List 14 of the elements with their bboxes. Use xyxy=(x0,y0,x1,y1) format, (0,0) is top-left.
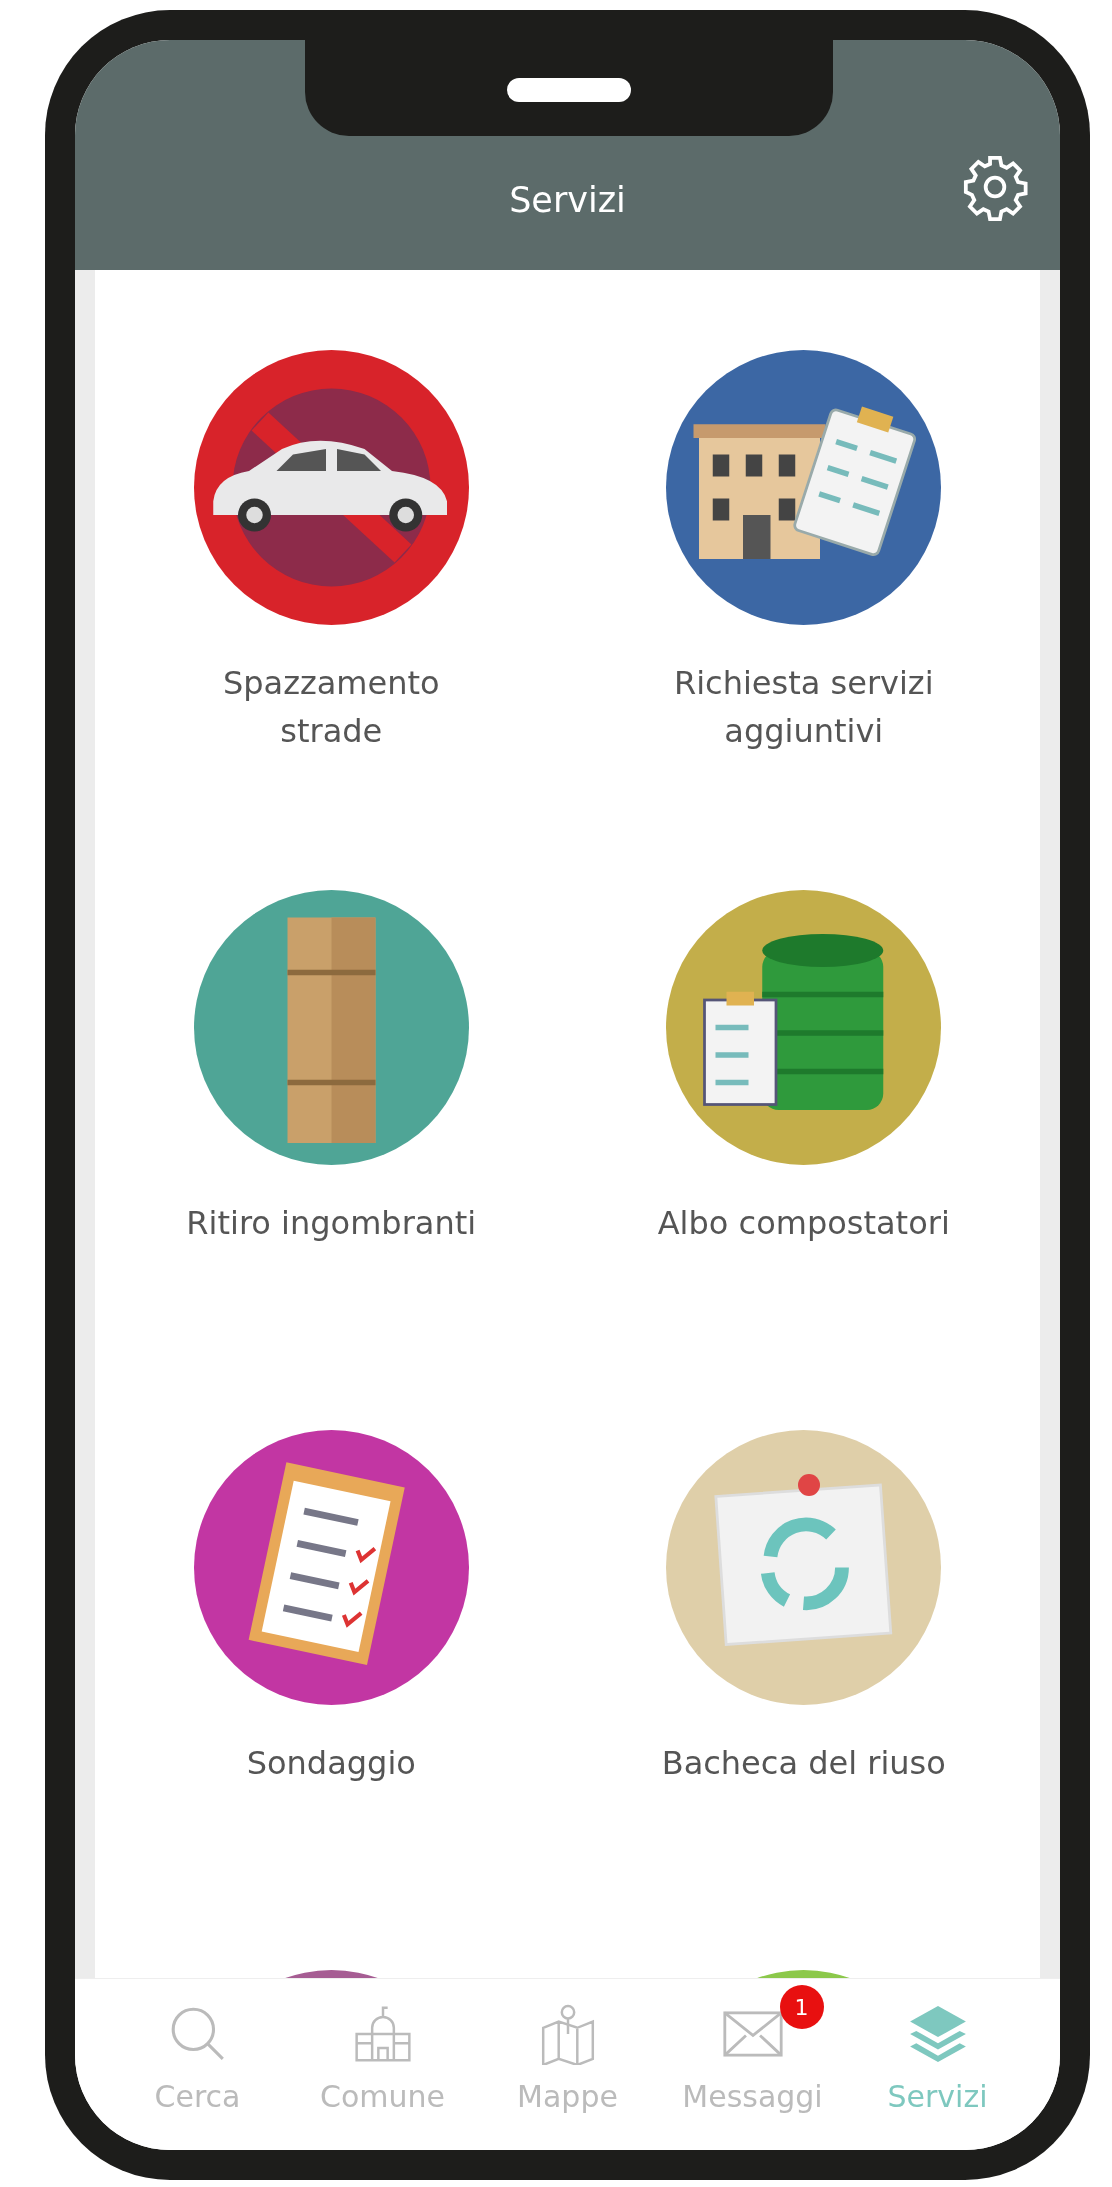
no-car-icon[interactable] xyxy=(193,350,469,625)
nav-tab[interactable]: 1 Messaggi xyxy=(660,1979,845,2150)
tile-label[interactable]: Richiesta servizi aggiuntivi xyxy=(643,659,964,755)
header-title: Servizi xyxy=(509,180,626,220)
tile-label[interactable]: Spazzamento strade xyxy=(171,659,492,755)
tile-label[interactable]: Bacheca del riuso xyxy=(661,1739,946,1787)
compost-bin-icon[interactable] xyxy=(666,890,942,1165)
cardboard-box-icon[interactable] xyxy=(193,890,469,1165)
tile-label[interactable]: Albo compostatori xyxy=(657,1199,950,1247)
unread-count-badge: 1 xyxy=(779,1985,824,2029)
checklist-clipboard-icon[interactable] xyxy=(193,1430,469,1705)
tile-label[interactable]: Ritiro ingombranti xyxy=(186,1199,477,1247)
building-clipboard-icon[interactable] xyxy=(666,350,942,625)
tile-label[interactable]: Sondaggio xyxy=(246,1739,416,1787)
